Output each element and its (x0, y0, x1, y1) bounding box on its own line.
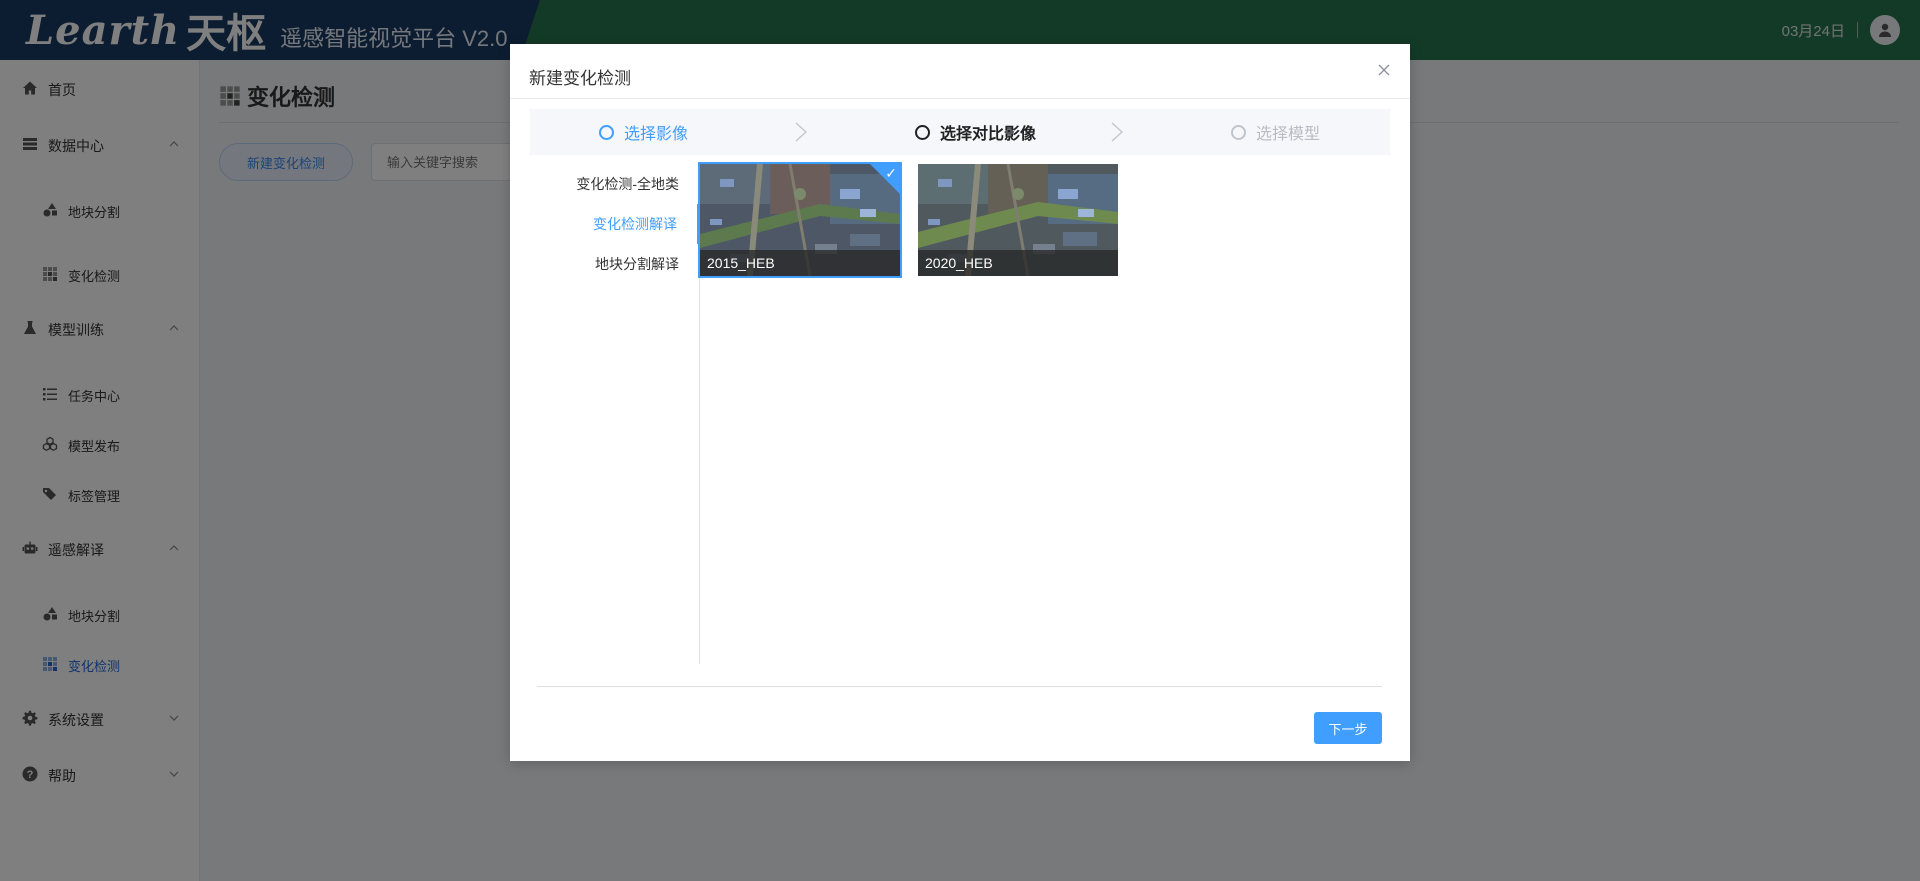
step-circle-icon (1231, 124, 1246, 140)
new-change-detection-dialog: 新建变化检测 选择影像 选择对比影像 选择模型 变化检测-全地类 变化检测解译 … (510, 44, 1410, 761)
category-list: 变化检测-全地类 变化检测解译 地块分割解译 (530, 164, 700, 664)
step-label: 选择对比影像 (940, 126, 1037, 143)
check-icon: ✓ (885, 165, 897, 181)
step-select-image[interactable]: 选择影像 (599, 109, 688, 155)
dialog-footer-divider (537, 686, 1382, 687)
step-circle-icon (599, 124, 614, 140)
image-name: 2015_HEB (700, 250, 900, 276)
close-icon[interactable] (1376, 62, 1392, 78)
steps-bar: 选择影像 选择对比影像 选择模型 (530, 109, 1390, 155)
step-select-compare-image[interactable]: 选择对比影像 (915, 109, 1036, 155)
step-label: 选择模型 (1256, 126, 1321, 143)
dialog-header-divider (510, 98, 1410, 99)
step-label: 选择影像 (624, 126, 689, 143)
step-select-model[interactable]: 选择模型 (1231, 109, 1320, 155)
chevron-right-icon (1111, 122, 1123, 142)
category-parcel-interpretation[interactable]: 地块分割解译 (529, 244, 699, 284)
image-name: 2020_HEB (918, 250, 1118, 276)
image-card[interactable]: 2015_HEB ✓ (698, 162, 902, 278)
category-all-land[interactable]: 变化检测-全地类 (529, 164, 699, 204)
chevron-right-icon (795, 122, 807, 142)
step-circle-icon (915, 124, 930, 140)
category-change-interpretation[interactable]: 变化检测解译 (529, 204, 699, 244)
next-step-button[interactable]: 下一步 (1314, 712, 1382, 744)
image-card[interactable]: 2020_HEB (918, 164, 1118, 276)
dialog-title: 新建变化检测 (529, 69, 631, 88)
